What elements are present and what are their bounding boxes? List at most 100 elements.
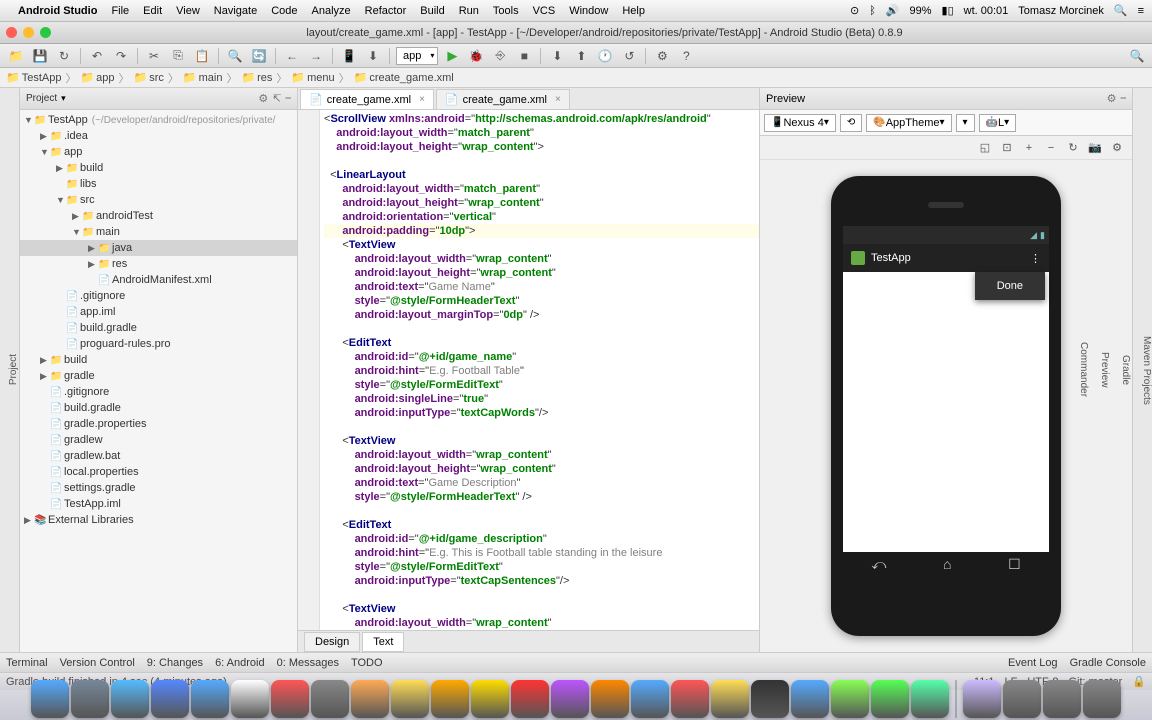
- project-header-label[interactable]: Project: [26, 93, 57, 104]
- clock[interactable]: wt. 00:01: [964, 5, 1009, 17]
- run-config-combo[interactable]: app: [396, 47, 438, 65]
- project-collapse-icon[interactable]: ↸: [272, 92, 281, 105]
- minimize-window-button[interactable]: [23, 27, 34, 38]
- menu-edit[interactable]: Edit: [143, 5, 162, 17]
- copy-button[interactable]: ⎘: [168, 47, 188, 65]
- undo-button[interactable]: ↶: [87, 47, 107, 65]
- crumb-3[interactable]: 📁 main: [183, 71, 223, 84]
- tree-item[interactable]: 📄build.gradle: [20, 400, 297, 416]
- rail-commander[interactable]: Commander: [1078, 342, 1089, 397]
- save-button[interactable]: 💾: [30, 47, 50, 65]
- debug-button[interactable]: 🐞: [466, 47, 486, 65]
- theme-combo[interactable]: 🎨 AppTheme ▾: [866, 114, 951, 132]
- crumb-4[interactable]: 📁 res: [241, 71, 272, 84]
- dock-app-2[interactable]: [111, 680, 149, 718]
- dock-app-11[interactable]: [471, 680, 509, 718]
- tree-item[interactable]: 📄.gitignore: [20, 384, 297, 400]
- dock-app-3[interactable]: [151, 680, 189, 718]
- menu-code[interactable]: Code: [271, 5, 297, 17]
- zoom-out-icon[interactable]: −: [1042, 139, 1060, 157]
- project-hide-icon[interactable]: ⎯: [286, 92, 292, 105]
- zoom-window-button[interactable]: [40, 27, 51, 38]
- orientation-button[interactable]: ⟲: [840, 114, 862, 132]
- menu-tools[interactable]: Tools: [493, 5, 519, 17]
- tree-item[interactable]: 📁libs: [20, 176, 297, 192]
- rail-project[interactable]: Project: [8, 354, 19, 385]
- code-editor[interactable]: <ScrollView xmlns:android="http://schema…: [320, 110, 759, 630]
- battery-icon[interactable]: ▮▯: [942, 4, 954, 17]
- notifications-icon[interactable]: ≡: [1138, 5, 1144, 17]
- dock-app-14[interactable]: [591, 680, 629, 718]
- preview-settings-icon[interactable]: ⚙: [1108, 139, 1126, 157]
- tree-item[interactable]: ▼📁main: [20, 224, 297, 240]
- close-window-button[interactable]: [6, 27, 17, 38]
- menu-run[interactable]: Run: [459, 5, 479, 17]
- dock-app-19[interactable]: [791, 680, 829, 718]
- tree-item[interactable]: 📄gradle.properties: [20, 416, 297, 432]
- crumb-5[interactable]: 📁 menu: [291, 71, 334, 84]
- dock-app-17[interactable]: [711, 680, 749, 718]
- spotlight-icon[interactable]: 🔍: [1114, 4, 1128, 17]
- editor-tab[interactable]: 📄create_game.xml×: [436, 89, 570, 109]
- rail-preview[interactable]: Preview: [1099, 352, 1110, 388]
- run-button[interactable]: ▶: [442, 47, 462, 65]
- dock-app-9[interactable]: [391, 680, 429, 718]
- dock-app-25[interactable]: [1043, 680, 1081, 718]
- project-settings-icon[interactable]: ⚙: [258, 92, 268, 105]
- dock-app-24[interactable]: [1003, 680, 1041, 718]
- menu-help[interactable]: Help: [622, 5, 645, 17]
- preview-settings-icon[interactable]: ⚙: [1107, 92, 1117, 105]
- back-button[interactable]: ←: [282, 47, 302, 65]
- settings-button[interactable]: ⚙: [652, 47, 672, 65]
- device-combo[interactable]: 📱 Nexus 4 ▾: [764, 114, 836, 132]
- menu-window[interactable]: Window: [569, 5, 608, 17]
- app-name[interactable]: Android Studio: [18, 5, 97, 17]
- screenshot-icon[interactable]: 📷: [1086, 139, 1104, 157]
- tree-item[interactable]: ▶📁build: [20, 160, 297, 176]
- menu-refactor[interactable]: Refactor: [365, 5, 407, 17]
- crumb-1[interactable]: 📁 app: [80, 71, 114, 84]
- dock-app-10[interactable]: [431, 680, 469, 718]
- dock-app-15[interactable]: [631, 680, 669, 718]
- preview-hide-icon[interactable]: ⎯: [1121, 92, 1127, 105]
- menu-build[interactable]: Build: [420, 5, 444, 17]
- dock-app-13[interactable]: [551, 680, 589, 718]
- crumb-0[interactable]: 📁 TestApp: [6, 71, 61, 84]
- activity-combo[interactable]: ▾: [956, 114, 975, 132]
- vcs-revert-button[interactable]: ↺: [619, 47, 639, 65]
- crumb-2[interactable]: 📁 src: [134, 71, 164, 84]
- editor-gutter[interactable]: [298, 110, 320, 630]
- tree-item[interactable]: ▶📁androidTest: [20, 208, 297, 224]
- open-button[interactable]: 📁: [6, 47, 26, 65]
- stop-button[interactable]: ■: [514, 47, 534, 65]
- tree-item[interactable]: 📄gradlew.bat: [20, 448, 297, 464]
- tree-item[interactable]: ▶📁java: [20, 240, 297, 256]
- crumb-6[interactable]: 📁 create_game.xml: [354, 71, 454, 84]
- dock-app-21[interactable]: [871, 680, 909, 718]
- help-button[interactable]: ?: [676, 47, 696, 65]
- editor-tab[interactable]: 📄create_game.xml×: [300, 89, 434, 109]
- user-name[interactable]: Tomasz Morcinek: [1018, 5, 1104, 17]
- dock-app-23[interactable]: [963, 680, 1001, 718]
- tree-item[interactable]: 📄local.properties: [20, 464, 297, 480]
- zoom-in-icon[interactable]: +: [1020, 139, 1038, 157]
- dock-app-5[interactable]: [231, 680, 269, 718]
- rail-maven-projects[interactable]: Maven Projects: [1141, 336, 1152, 405]
- tree-item[interactable]: ▶📚External Libraries: [20, 512, 297, 528]
- sdk-button[interactable]: ⬇: [363, 47, 383, 65]
- tree-item[interactable]: ▶📁build: [20, 352, 297, 368]
- close-icon[interactable]: ×: [419, 94, 425, 105]
- menu-view[interactable]: View: [176, 5, 200, 17]
- dock-app-7[interactable]: [311, 680, 349, 718]
- wifi-icon[interactable]: ⊙: [850, 4, 859, 17]
- locale-combo[interactable]: 🤖 L ▾: [979, 114, 1017, 132]
- volume-icon[interactable]: 🔊: [886, 4, 900, 17]
- view-tab-design[interactable]: Design: [304, 632, 360, 652]
- tree-item[interactable]: ▶📁res: [20, 256, 297, 272]
- attach-button[interactable]: ⎆: [490, 47, 510, 65]
- dock-app-20[interactable]: [831, 680, 869, 718]
- cut-button[interactable]: ✂: [144, 47, 164, 65]
- forward-button[interactable]: →: [306, 47, 326, 65]
- view-tab-text[interactable]: Text: [362, 632, 404, 652]
- tree-item[interactable]: 📄proguard-rules.pro: [20, 336, 297, 352]
